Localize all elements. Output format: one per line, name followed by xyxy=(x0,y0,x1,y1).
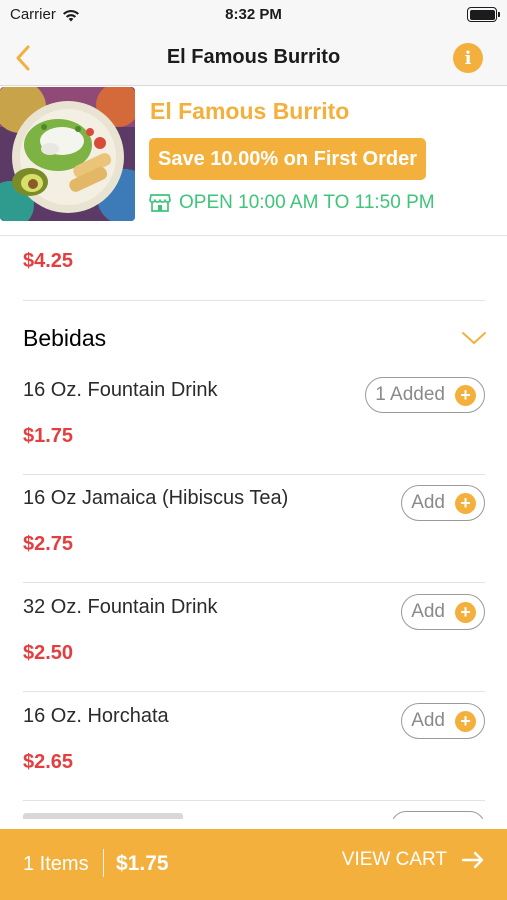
info-button[interactable]: i xyxy=(453,43,483,73)
restaurant-image xyxy=(0,87,135,221)
hours-text: OPEN 10:00 AM TO 11:50 PM xyxy=(179,192,435,213)
add-button-label: Add xyxy=(411,601,445,622)
cart-total: $1.75 xyxy=(116,852,169,875)
item-price: $2.75 xyxy=(23,533,74,555)
cart-divider xyxy=(103,849,104,877)
view-cart-label: VIEW CART xyxy=(341,849,447,870)
item-name: 16 Oz. Fountain Drink xyxy=(23,379,218,401)
item-price: $1.75 xyxy=(23,425,74,447)
chevron-down-icon[interactable] xyxy=(461,329,487,347)
divider xyxy=(23,691,485,692)
item-price: $2.65 xyxy=(23,751,74,773)
cart-bar[interactable]: 1 Items $1.75 VIEW CART xyxy=(0,829,507,900)
previous-item-price: $4.25 xyxy=(23,250,74,272)
item-name: 16 Oz Jamaica (Hibiscus Tea) xyxy=(23,487,289,509)
item-price: $2.50 xyxy=(23,642,74,664)
section-title[interactable]: Bebidas xyxy=(23,325,106,352)
status-bar: Carrier 8:32 PM xyxy=(0,0,507,30)
divider xyxy=(23,800,485,801)
plus-icon: + xyxy=(455,601,476,623)
battery-icon xyxy=(467,7,500,22)
item-name: 16 Oz. Horchata xyxy=(23,705,169,727)
store-icon xyxy=(149,194,171,212)
arrow-right-icon xyxy=(461,851,484,869)
menu-item[interactable]: 16 Oz. Horchata $2.65 Add + xyxy=(0,703,507,813)
add-button[interactable]: Add + xyxy=(401,485,485,521)
item-name-placeholder xyxy=(23,813,183,819)
add-button-label: Add xyxy=(411,710,445,731)
restaurant-header: El Famous Burrito Save 10.00% on First O… xyxy=(0,86,507,236)
divider xyxy=(23,474,485,475)
add-button-label: Add xyxy=(411,492,445,513)
opening-hours: OPEN 10:00 AM TO 11:50 PM xyxy=(149,192,435,214)
plus-icon: + xyxy=(455,492,476,514)
view-cart-button[interactable]: VIEW CART xyxy=(342,849,485,871)
status-time: 8:32 PM xyxy=(225,6,282,23)
info-icon: i xyxy=(464,47,472,69)
cart-item-count: 1 Items xyxy=(23,853,89,875)
promo-badge: Save 10.00% on First Order xyxy=(149,138,427,180)
menu-list[interactable]: $4.25 Bebidas 16 Oz. Fountain Drink $1.7… xyxy=(0,237,507,819)
menu-item[interactable]: 16 Oz Jamaica (Hibiscus Tea) $2.75 Add + xyxy=(0,485,507,595)
item-name: 32 Oz. Fountain Drink xyxy=(23,596,218,618)
divider xyxy=(23,300,485,301)
menu-item-partial[interactable] xyxy=(0,811,507,819)
menu-item[interactable]: 16 Oz. Fountain Drink $1.75 1 Added + xyxy=(0,377,507,487)
nav-bar: El Famous Burrito i xyxy=(0,30,507,86)
add-button[interactable]: Add + xyxy=(401,703,485,739)
divider xyxy=(23,582,485,583)
menu-item[interactable]: 32 Oz. Fountain Drink $2.50 Add + xyxy=(0,594,507,704)
nav-title: El Famous Burrito xyxy=(166,46,341,68)
add-button[interactable]: Add + xyxy=(401,594,485,630)
plus-icon: + xyxy=(455,384,476,406)
add-button-label: 1 Added xyxy=(375,384,445,405)
add-button[interactable] xyxy=(391,811,485,819)
plus-icon: + xyxy=(455,710,476,732)
added-button[interactable]: 1 Added + xyxy=(365,377,485,413)
restaurant-name: El Famous Burrito xyxy=(150,98,350,124)
